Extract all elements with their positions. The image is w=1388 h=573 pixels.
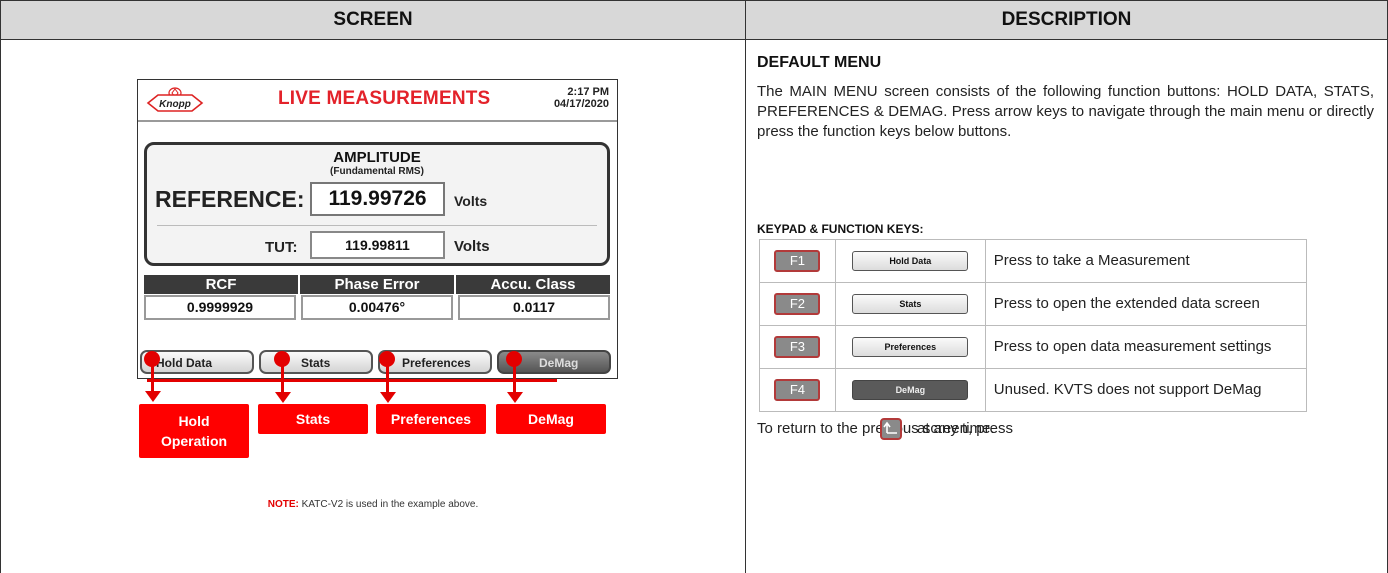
metrics-table: RCF Phase Error Accu. Class 0.9999929 0.… — [144, 275, 610, 320]
amplitude-divider — [157, 225, 597, 226]
return-key-icon — [880, 418, 902, 440]
metrics-value-row: 0.9999929 0.00476° 0.0117 — [144, 295, 610, 320]
hold-operation-callout: Hold Operation — [139, 404, 249, 458]
demag-marker-dot — [506, 351, 522, 367]
metric-value-accu-class: 0.0117 — [458, 295, 610, 320]
metric-header-accu-class: Accu. Class — [456, 275, 610, 294]
section-heading: DEFAULT MENU — [757, 54, 882, 71]
stats-callout: Stats — [258, 404, 368, 434]
stats-marker-dot — [274, 351, 290, 367]
metric-header-phase-error: Phase Error — [300, 275, 454, 294]
description-paragraph: The MAIN MENU screen consists of the fol… — [757, 83, 1374, 140]
top-divider — [138, 120, 617, 122]
demag-arrow-head — [507, 392, 523, 403]
device-function-buttons: Hold Data Stats Preferences DeMag — [140, 350, 615, 374]
demag-button-image: DeMag — [852, 380, 969, 400]
preferences-button-image: Preferences — [852, 337, 969, 357]
note-label: NOTE: — [267, 499, 299, 510]
table-row: F4 DeMag Unused. KVTS does not support D… — [759, 368, 1308, 412]
svg-text:Knopp: Knopp — [159, 99, 191, 110]
metric-header-rcf: RCF — [144, 275, 298, 294]
function-key-table: F1 Hold Data Press to take a Measurement… — [759, 239, 1308, 412]
tut-label: TUT: — [265, 239, 298, 256]
preferences-arrow-head — [380, 392, 396, 403]
amplitude-title: AMPLITUDE — [333, 149, 421, 166]
column-divider — [745, 40, 746, 573]
knopp-logo: Knopp — [146, 86, 204, 119]
f3-key: F3 — [774, 336, 821, 358]
keypad-heading: KEYPAD & FUNCTION KEYS: — [757, 222, 924, 236]
metric-value-phase-error: 0.00476° — [301, 295, 453, 320]
f2-description: Press to open the extended data screen — [984, 282, 1308, 326]
device-screenshot: Knopp LIVE MEASUREMENTS 2:17 PM 04/17/20… — [137, 79, 618, 379]
metrics-header-row: RCF Phase Error Accu. Class — [144, 275, 610, 294]
device-screen-title: LIVE MEASUREMENTS — [278, 88, 491, 109]
f1-description: Press to take a Measurement — [984, 239, 1308, 283]
return-instruction-end: at any time. — [917, 420, 995, 437]
hold-arrow-head — [145, 391, 161, 402]
screen-column-header: SCREEN — [0, 0, 746, 40]
reference-unit: Volts — [454, 193, 488, 209]
device-time: 2:17 PM — [567, 86, 609, 98]
stats-button-image: Stats — [852, 294, 969, 314]
reference-value: 119.99726 — [310, 182, 445, 216]
arrow-baseline — [147, 379, 557, 382]
f4-description: Unused. KVTS does not support DeMag — [984, 368, 1308, 412]
screenshot-note: NOTE: KATC-V2 is used in the example abo… — [0, 499, 746, 510]
hold-marker-dot — [144, 351, 160, 367]
f3-description: Press to open data measurement settings — [984, 325, 1308, 369]
preferences-button[interactable]: Preferences — [378, 350, 492, 374]
preferences-callout: Preferences — [376, 404, 486, 434]
device-top-bar: Knopp LIVE MEASUREMENTS 2:17 PM 04/17/20… — [138, 80, 617, 118]
f1-key: F1 — [774, 250, 821, 272]
table-row: F3 Preferences Press to open data measur… — [759, 325, 1308, 369]
f2-key: F2 — [774, 293, 821, 315]
description-column-header: DESCRIPTION — [745, 0, 1388, 40]
preferences-marker-dot — [379, 351, 395, 367]
tut-value: 119.99811 — [310, 231, 445, 259]
amplitude-panel: AMPLITUDE (Fundamental RMS) REFERENCE: 1… — [144, 142, 610, 266]
demag-callout: DeMag — [496, 404, 606, 434]
metric-value-rcf: 0.9999929 — [144, 295, 296, 320]
device-clock: 2:17 PM 04/17/2020 — [554, 86, 609, 110]
stats-arrow-head — [275, 392, 291, 403]
amplitude-subtitle: (Fundamental RMS) — [330, 166, 424, 177]
table-row: F1 Hold Data Press to take a Measurement — [759, 239, 1308, 283]
reference-label: REFERENCE: — [155, 186, 305, 212]
note-text: KATC-V2 is used in the example above. — [298, 499, 479, 510]
f4-key: F4 — [774, 379, 821, 401]
hold-data-button-image: Hold Data — [852, 251, 969, 271]
device-date: 04/17/2020 — [553, 98, 609, 110]
tut-unit: Volts — [454, 238, 490, 255]
table-row: F2 Stats Press to open the extended data… — [759, 282, 1308, 326]
